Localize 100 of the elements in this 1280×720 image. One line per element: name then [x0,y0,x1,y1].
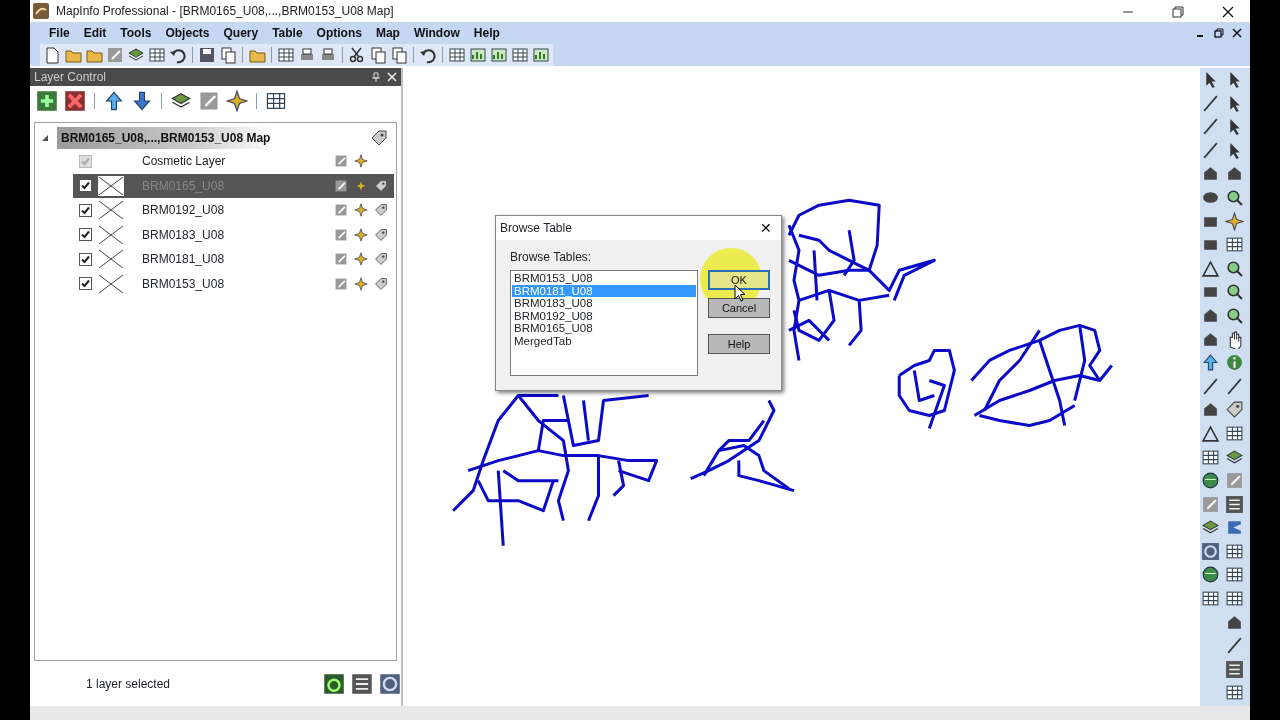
line-icon[interactable] [1225,636,1244,656]
magnifier-icon[interactable] [1225,305,1244,325]
layer-name: BRM0183_U08 [142,226,226,244]
tag-icon[interactable] [374,252,388,267]
downarrow-icon[interactable] [131,90,153,112]
menu-item[interactable]: Tools [113,24,159,42]
table-list[interactable]: BRM0153_U08 BRM0181_U08 BRM0183_U08 BRM0192_U08 BRM0165_U08 MergedTab [510,270,698,376]
line-icon[interactable] [1201,376,1220,396]
list-item[interactable]: BRM0165_U08 [512,322,696,335]
listbox-icon[interactable] [1225,494,1244,514]
tag-icon[interactable] [374,178,388,193]
cross-style-icon[interactable] [98,273,124,294]
layer-row[interactable]: BRM0183_U08 [73,222,394,247]
layer-name: BRM0192_U08 [142,202,226,220]
magnifier-icon[interactable] [1225,282,1244,302]
list-label: Browse Tables: [510,249,593,266]
list-item[interactable]: BRM0153_U08 [512,272,696,285]
document-close-icon[interactable] [1232,28,1242,38]
table-icon[interactable] [448,46,466,64]
uparrow-icon[interactable] [103,90,125,112]
restore-icon[interactable] [1172,5,1184,18]
menu-item[interactable]: Help [466,24,507,42]
menu-item[interactable]: Edit [76,24,114,42]
cross-style-icon[interactable] [98,224,124,245]
layer-row[interactable]: BRM0192_U08 [73,198,394,223]
listbox-icon[interactable] [351,672,373,695]
line-icon[interactable] [1201,93,1220,113]
sparkle-icon[interactable] [1225,211,1244,231]
uparrow-icon[interactable] [1201,353,1220,373]
menu-item[interactable]: Options [309,24,369,42]
magnifier-icon[interactable] [1225,258,1244,278]
copy-icon[interactable] [219,46,237,64]
listbox-icon[interactable] [1225,659,1244,679]
menu-item[interactable]: Map [368,24,407,42]
checkbox[interactable] [79,228,92,242]
table-icon[interactable] [511,46,529,64]
chart-icon[interactable] [490,46,508,64]
window-title: MapInfo Professional - [BRM0165_U08,...,BRM0153_U08 Map] [56,3,395,20]
list-item[interactable]: MergedTab [512,334,696,347]
xmark-icon[interactable] [64,90,86,112]
collapse-icon[interactable] [41,134,49,142]
table-icon[interactable] [265,90,287,112]
save-icon[interactable] [198,46,216,64]
list-item[interactable]: BRM0183_U08 [512,297,696,310]
tag-icon[interactable] [374,227,388,242]
checkbox[interactable] [79,203,92,217]
menu-item[interactable]: File [42,24,77,42]
layers-icon[interactable] [1225,447,1244,467]
status-text: 1 layer selected [86,675,172,693]
table-icon[interactable] [148,46,166,64]
tag-icon[interactable] [1225,400,1244,420]
menu-item[interactable]: Query [216,24,266,42]
scissors-icon[interactable] [348,46,366,64]
sparkle-icon[interactable] [354,227,368,242]
menu-item[interactable]: Window [406,24,467,42]
chart-icon[interactable] [532,46,550,64]
sparkle-icon[interactable] [354,178,368,193]
tag-icon[interactable] [374,203,388,218]
pin-icon[interactable] [371,72,381,82]
chart-icon[interactable] [469,46,487,64]
document-restore-icon[interactable] [1214,28,1224,38]
copy-icon[interactable] [369,46,387,64]
cursor-icon [734,284,746,302]
table-icon[interactable] [277,46,295,64]
menu-item[interactable]: Objects [158,24,217,42]
sparkle-icon[interactable] [354,252,368,267]
line-icon[interactable] [1201,140,1220,160]
checkbox[interactable] [79,179,92,193]
line-icon[interactable] [1225,376,1244,396]
list-item[interactable]: BRM0192_U08 [512,309,696,322]
checkbox[interactable] [79,277,92,291]
plus-icon[interactable] [36,90,58,112]
triangle-icon[interactable] [1201,423,1220,443]
sparkle-icon[interactable] [226,90,248,112]
undo-icon[interactable] [169,46,187,64]
sparkle-icon[interactable] [354,203,368,218]
menu-item[interactable]: Table [265,24,310,42]
triangle-icon[interactable] [1201,258,1220,278]
dialog-button[interactable]: Cancel [708,298,770,318]
layer-row[interactable]: BRM0153_U08 [73,271,394,296]
layer-row[interactable]: BRM0181_U08 [73,247,394,272]
cross-style-icon[interactable] [98,200,124,221]
dialog-button[interactable]: Help [708,334,770,354]
sparkle-icon[interactable] [354,276,368,291]
checkbox[interactable] [79,252,92,266]
app-icon [32,2,50,20]
dialog-button[interactable]: OK [708,270,770,290]
magnifier-icon[interactable] [1225,187,1244,207]
layer-name: Cosmetic Layer [142,153,227,171]
tag-icon[interactable] [374,276,388,291]
close-icon[interactable] [1222,5,1234,18]
cross-style-icon[interactable] [98,249,124,270]
close-button[interactable]: ✕ [751,217,781,239]
line-icon[interactable] [1201,117,1220,137]
copy-icon[interactable] [390,46,408,64]
undo-icon[interactable] [419,46,437,64]
cross-style-icon[interactable] [98,175,124,196]
tag-icon[interactable] [370,129,388,147]
document-icon[interactable] [43,46,61,64]
pencil-icon[interactable] [334,178,348,193]
